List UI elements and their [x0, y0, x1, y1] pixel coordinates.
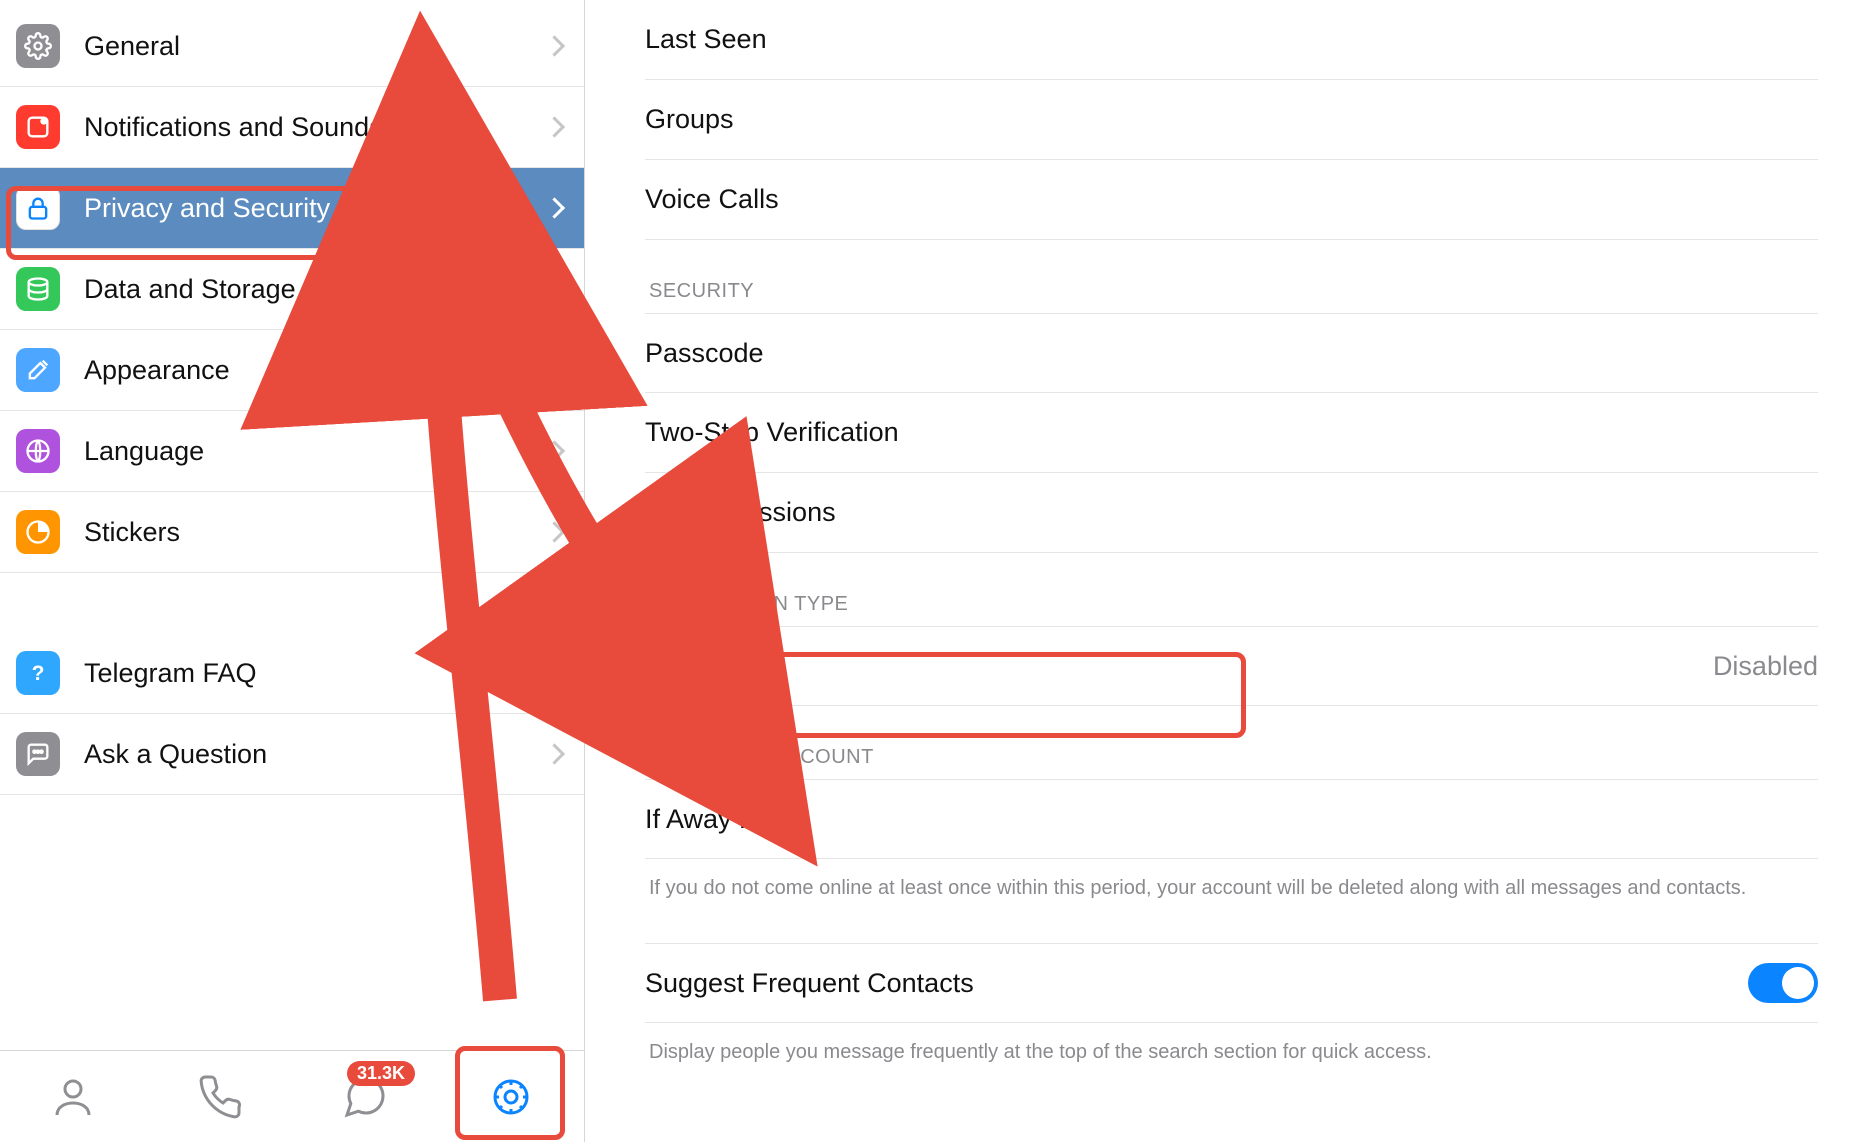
row-suggest-contacts[interactable]: Suggest Frequent Contacts: [645, 943, 1818, 1023]
settings-sidebar: General Notifications and Sounds Privacy…: [0, 0, 585, 1142]
row-label: Use Proxy: [645, 651, 770, 682]
row-label: Last Seen: [645, 24, 767, 55]
section-header-security: Security: [649, 280, 1818, 303]
row-label: Active Sessions: [645, 497, 836, 528]
tabbar: 31.3K: [0, 1050, 584, 1142]
row-groups[interactable]: Groups: [645, 80, 1818, 160]
chat-icon: [16, 732, 60, 776]
settings-main: Last Seen Groups Voice Calls Security Pa…: [585, 0, 1856, 1142]
section-header-delete: Delete My Account: [649, 746, 1818, 769]
row-value: Disabled: [1713, 651, 1818, 682]
row-voice-calls[interactable]: Voice Calls: [645, 160, 1818, 240]
sidebar-item-label: General: [84, 31, 180, 62]
sidebar-item-label: Privacy and Security: [84, 193, 330, 224]
sidebar-item-general[interactable]: General: [0, 6, 584, 87]
sidebar-item-privacy[interactable]: Privacy and Security: [0, 168, 584, 249]
row-label: Passcode: [645, 338, 764, 369]
sidebar-item-appearance[interactable]: Appearance: [0, 330, 584, 411]
sticker-icon: [16, 510, 60, 554]
footer-away: If you do not come online at least once …: [649, 873, 1769, 903]
row-label: Groups: [645, 104, 734, 135]
question-icon: ?: [16, 651, 60, 695]
footer-suggest: Display people you message frequently at…: [649, 1037, 1769, 1067]
row-last-seen[interactable]: Last Seen: [645, 0, 1818, 80]
tab-chats[interactable]: 31.3K: [335, 1067, 395, 1127]
svg-text:?: ?: [32, 662, 45, 685]
globe-icon: [16, 429, 60, 473]
lock-icon: [16, 186, 60, 230]
tab-contacts[interactable]: [43, 1067, 103, 1127]
row-label: Suggest Frequent Contacts: [645, 968, 974, 999]
row-two-step[interactable]: Two-Step Verification: [645, 393, 1818, 473]
row-passcode[interactable]: Passcode: [645, 313, 1818, 393]
sidebar-list: General Notifications and Sounds Privacy…: [0, 0, 584, 1050]
sidebar-item-label: Notifications and Sounds: [84, 112, 383, 143]
sidebar-item-label: Stickers: [84, 517, 180, 548]
row-label: Voice Calls: [645, 184, 779, 215]
row-use-proxy[interactable]: Use Proxy Disabled: [645, 626, 1818, 706]
sidebar-item-label: Data and Storage: [84, 274, 296, 305]
sidebar-item-stickers[interactable]: Stickers: [0, 492, 584, 573]
sidebar-item-ask[interactable]: Ask a Question: [0, 714, 584, 795]
tab-settings[interactable]: [481, 1067, 541, 1127]
brush-icon: [16, 348, 60, 392]
sidebar-item-label: Ask a Question: [84, 739, 267, 770]
sidebar-item-data[interactable]: Data and Storage: [0, 249, 584, 330]
row-label: If Away For: [645, 804, 780, 835]
tab-calls[interactable]: [189, 1067, 249, 1127]
section-header-connection: Connection Type: [649, 593, 1818, 616]
sidebar-item-label: Language: [84, 436, 204, 467]
sidebar-gap: [0, 573, 584, 633]
toggle-suggest-contacts[interactable]: [1748, 963, 1818, 1003]
row-active-sessions[interactable]: Active Sessions: [645, 473, 1818, 553]
unread-badge: 31.3K: [347, 1061, 415, 1086]
sidebar-item-faq[interactable]: ? Telegram FAQ: [0, 633, 584, 714]
gear-icon: [16, 24, 60, 68]
row-label: Two-Step Verification: [645, 417, 899, 448]
notifications-icon: [16, 105, 60, 149]
storage-icon: [16, 267, 60, 311]
sidebar-item-label: Appearance: [84, 355, 230, 386]
sidebar-item-label: Telegram FAQ: [84, 658, 257, 689]
sidebar-item-notifications[interactable]: Notifications and Sounds: [0, 87, 584, 168]
row-if-away[interactable]: If Away For: [645, 779, 1818, 859]
sidebar-item-language[interactable]: Language: [0, 411, 584, 492]
